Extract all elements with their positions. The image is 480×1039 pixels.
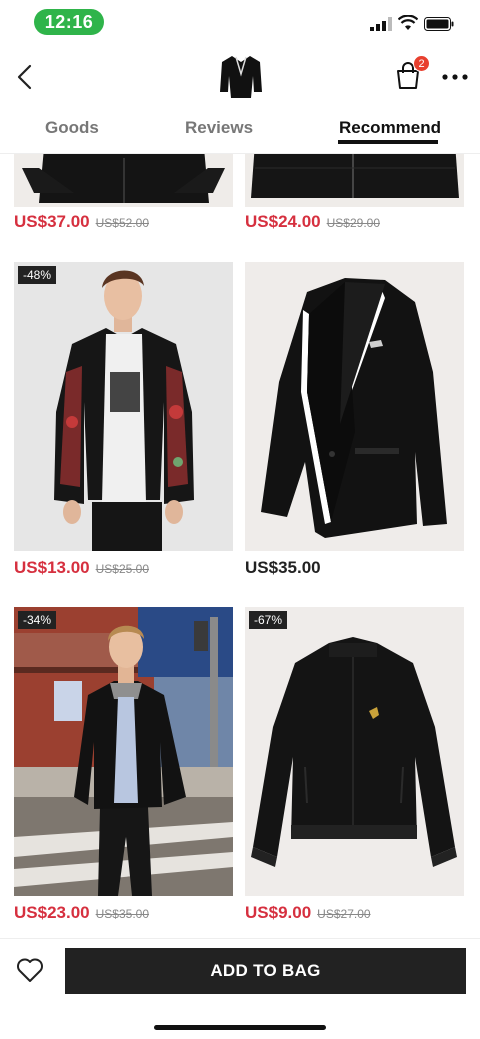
more-options-icon[interactable] [442,74,468,80]
add-to-bag-button[interactable]: ADD TO BAG [65,948,466,994]
product-image[interactable] [245,262,464,551]
cart-count-badge: 2 [413,55,430,72]
header: 2 [0,44,480,110]
product-price: US$24.00 [245,212,321,231]
product-price: US$35.00 [245,558,321,577]
product-price-row: US$23.00 US$35.00 [14,903,244,923]
tab-reviews[interactable]: Reviews [185,118,253,138]
cellular-signal-icon [370,17,392,31]
discount-badge: -34% [18,611,57,629]
product-original-price: US$25.00 [95,562,149,576]
active-tab-indicator [338,140,438,144]
product-original-price: US$52.00 [95,216,149,230]
discount-badge: -48% [18,266,57,284]
product-image[interactable] [14,154,233,207]
product-original-price: US$35.00 [95,907,149,921]
back-arrow-icon[interactable] [14,62,36,92]
bottom-action-bar: ADD TO BAG [0,938,480,1039]
home-indicator [154,1025,326,1030]
battery-icon [424,17,454,31]
product-price: US$9.00 [245,903,312,922]
product-price: US$13.00 [14,558,90,577]
product-thumbnail[interactable] [218,52,264,100]
product-price-row: US$13.00 US$25.00 [14,558,244,578]
product-price-row: US$9.00 US$27.00 [245,903,475,923]
heart-wishlist-icon[interactable] [16,957,44,983]
status-time: 12:16 [34,9,104,35]
wifi-icon [398,15,418,30]
discount-badge: -67% [249,611,288,629]
product-image[interactable] [245,154,464,207]
product-price-row: US$37.00 US$52.00 [14,212,244,232]
tab-recommend[interactable]: Recommend [339,118,441,138]
product-price-row: US$35.00 [245,558,475,578]
product-grid: US$37.00 US$52.00 US$24.00 US$29.00 -48%… [0,154,480,938]
product-price: US$37.00 [14,212,90,231]
product-image[interactable] [14,607,233,896]
product-price-row: US$24.00 US$29.00 [245,212,475,232]
status-bar: 12:16 [0,0,480,44]
tab-goods[interactable]: Goods [45,118,99,138]
tab-bar: Goods Reviews Recommend [0,110,480,154]
product-image[interactable] [14,262,233,551]
product-price: US$23.00 [14,903,90,922]
product-original-price: US$29.00 [326,216,380,230]
product-original-price: US$27.00 [317,907,371,921]
product-image[interactable] [245,607,464,896]
